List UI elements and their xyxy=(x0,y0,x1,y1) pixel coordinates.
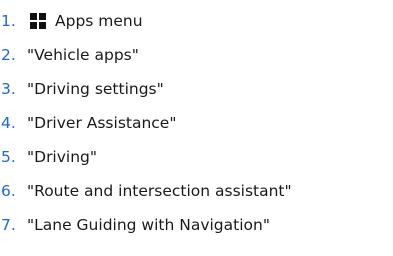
step-text: "Driving settings" xyxy=(27,80,164,98)
step-6: 6. "Route and intersection assistant" xyxy=(0,174,393,208)
step-text: "Driver Assistance" xyxy=(27,114,177,132)
step-5: 5. "Driving" xyxy=(0,140,393,174)
step-number: 5. xyxy=(1,148,16,166)
instruction-steps: 1. Apps menu 2. "Vehicle apps" 3. "Drivi… xyxy=(0,4,393,242)
step-number: 1. xyxy=(1,12,16,30)
step-text: "Route and intersection assistant" xyxy=(27,182,292,200)
step-number: 7. xyxy=(1,216,16,234)
step-4: 4. "Driver Assistance" xyxy=(0,106,393,140)
step-number: 6. xyxy=(1,182,16,200)
step-text: "Vehicle apps" xyxy=(27,46,139,64)
step-text: "Lane Guiding with Navigation" xyxy=(27,216,270,234)
step-3: 3. "Driving settings" xyxy=(0,72,393,106)
step-2: 2. "Vehicle apps" xyxy=(0,38,393,72)
step-text: Apps menu xyxy=(55,12,143,30)
step-1: 1. Apps menu xyxy=(0,4,393,38)
step-number: 4. xyxy=(1,114,16,132)
step-number: 2. xyxy=(1,46,16,64)
apps-grid-icon xyxy=(30,13,46,29)
step-number: 3. xyxy=(1,80,16,98)
step-7: 7. "Lane Guiding with Navigation" xyxy=(0,208,393,242)
step-text: "Driving" xyxy=(27,148,98,166)
